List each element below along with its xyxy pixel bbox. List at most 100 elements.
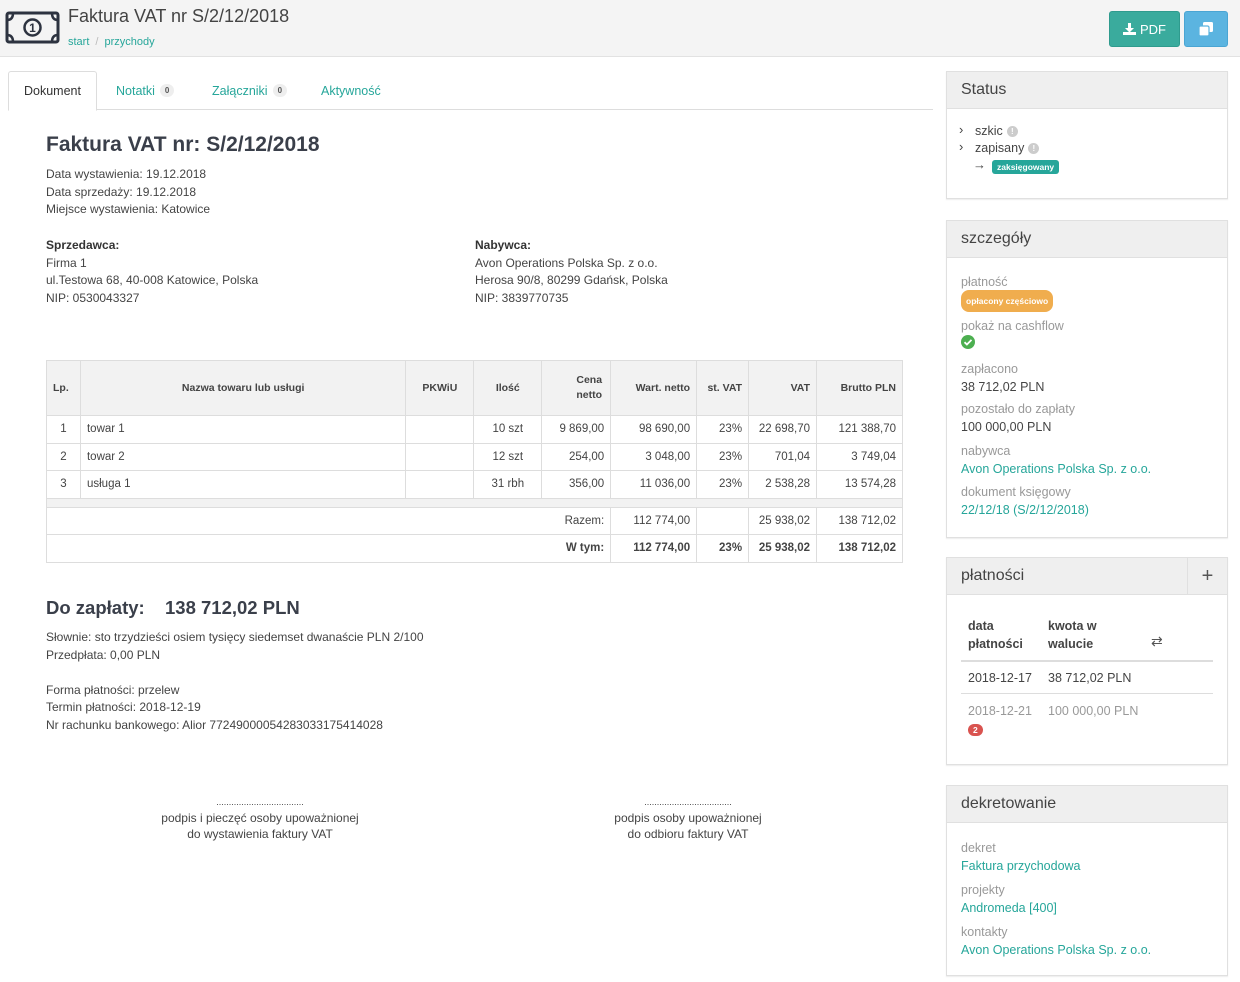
add-payment-button[interactable]: + — [1187, 558, 1227, 595]
status-step-zaksiegowany: zaksięgowany — [992, 160, 1060, 174]
chevron-right-icon: › — [959, 122, 964, 137]
payment-status-badge: opłacony częściowo — [961, 290, 1054, 312]
prepayment: Przedpłata: 0,00 PLN — [46, 648, 161, 662]
payment-term: Termin płatności: 2018-12-19 — [46, 700, 201, 714]
download-icon — [1123, 23, 1136, 35]
arrow-right-icon: → — [973, 157, 986, 172]
payments-col-date: data płatności — [968, 619, 1023, 651]
buyer-link[interactable]: Avon Operations Polska Sp. z o.o. — [961, 460, 1227, 478]
payments-panel: płatności + data płatności kwota w walucie… — [946, 557, 1228, 765]
table-spacer — [46, 497, 903, 508]
copy-icon — [1199, 22, 1213, 36]
status-step-zapisany[interactable]: zapisany! — [975, 141, 1040, 155]
col-net: Wart. netto — [610, 360, 698, 416]
col-qty: Ilość — [473, 360, 543, 416]
table-row: 2 towar 2 12 szt 254,00 3 048,00 23% 701… — [46, 442, 903, 471]
paid-label: zapłacono — [961, 362, 1018, 376]
invoice-title: Faktura VAT nr: S/2/12/2018 — [46, 133, 320, 156]
col-name: Nazwa towaru lub usługi — [79, 360, 407, 416]
projects-link[interactable]: Andromeda [400] — [961, 899, 1227, 917]
bank-account: Nr rachunku bankowego: Alior 77249000054… — [46, 718, 383, 732]
decree-label: dekret — [961, 841, 996, 855]
info-icon: ! — [1006, 125, 1018, 137]
banknote-icon: 1 — [5, 11, 60, 44]
status-step-szkic[interactable]: szkic! — [975, 124, 1018, 138]
total-row: Razem: 112 774,00 25 938,02 138 712,02 — [45, 506, 903, 535]
count-badge: 0 — [159, 84, 175, 97]
signature-receiver: ................................... podp… — [614, 797, 762, 841]
issue-date: Data wystawienia: 19.12.2018 — [46, 167, 207, 181]
breadcrumb-przychody[interactable]: przychody — [104, 36, 154, 48]
issue-place: Miejsce wystawienia: Katowice — [46, 202, 211, 216]
tab-notatki[interactable]: Notatki 0 — [116, 71, 175, 110]
remaining-label: pozostało do zapłaty — [961, 402, 1075, 416]
of-which-row: W tym: 112 774,00 23% 25 938,02 138 712,… — [45, 534, 903, 563]
payment-form: Forma płatności: przelew — [46, 683, 180, 697]
remaining-value: 100 000,00 PLN — [961, 420, 1052, 434]
to-pay-label: Do zapłaty: — [46, 597, 145, 618]
tab-bar: Dokument Notatki 0 Załączniki 0 Aktywność — [8, 71, 933, 111]
page-title: Faktura VAT nr S/2/12/2018 — [68, 6, 290, 26]
chevron-right-icon: › — [959, 139, 964, 154]
payments-panel-title: płatności — [961, 567, 1025, 584]
paid-value: 38 712,02 PLN — [961, 380, 1045, 394]
buyer-nip: NIP: 3839770735 — [475, 290, 569, 305]
table-row: 1 towar 1 10 szt 9 869,00 98 690,00 23% … — [46, 415, 903, 444]
svg-text:1: 1 — [29, 21, 36, 35]
col-gross: Brutto PLN — [816, 360, 903, 416]
contacts-label: kontakty — [961, 925, 1008, 939]
table-header-row: Lp. Nazwa towaru lub usługi PKWiU Ilość … — [46, 360, 903, 416]
payments-row-divider — [961, 693, 1213, 694]
seller-address: ul.Testowa 68, 40-008 Katowice, Polska — [46, 273, 259, 287]
copy-button[interactable] — [1184, 11, 1228, 47]
col-pkwiu: PKWiU — [405, 360, 475, 416]
table-row: 3 usługa 1 31 rbh 356,00 11 036,00 23% 2… — [46, 470, 903, 499]
seller-block: Sprzedawca: Firma 1 ul.Testowa 68, 40-00… — [46, 237, 258, 307]
swap-currency-icon[interactable]: ⇄ — [1151, 633, 1163, 650]
check-circle-icon — [961, 335, 1227, 354]
sale-date: Data sprzedaży: 19.12.2018 — [46, 185, 197, 199]
booking-panel-title: dekretowanie — [947, 786, 1227, 823]
buyer-address: Herosa 90/8, 80299 Gdańsk, Polska — [475, 273, 668, 287]
signature-issuer: ................................... podp… — [161, 797, 359, 841]
accounting-doc-label: dokument księgowy — [961, 485, 1071, 499]
top-bar: 1 Faktura VAT nr S/2/12/2018 start / przyc… — [0, 0, 1240, 57]
seller-label: Sprzedawca: — [46, 238, 120, 252]
pdf-download-button[interactable]: PDF — [1109, 11, 1180, 47]
breadcrumb: start / przychody — [68, 36, 155, 48]
buyer-block: Nabywca: Avon Operations Polska Sp. z o.… — [475, 237, 668, 307]
payment-row-date: 2018-12-21 — [968, 704, 1032, 718]
status-panel: Status › szkic! › zapisany! → zaksięgowa… — [946, 71, 1228, 199]
accounting-doc-link[interactable]: 22/12/18 (S/2/12/2018) — [961, 501, 1227, 519]
tab-aktywnosc[interactable]: Aktywność — [321, 71, 381, 110]
buyer-name: Avon Operations Polska Sp. z o.o. — [475, 255, 658, 270]
breadcrumb-start[interactable]: start — [68, 36, 89, 48]
payments-col-amount: kwota w walucie — [1048, 619, 1097, 651]
seller-nip: NIP: 0530043327 — [46, 290, 140, 305]
payments-header-divider — [961, 660, 1213, 662]
col-vat: VAT — [748, 360, 818, 416]
payments-panel-header: płatności + — [947, 558, 1227, 595]
tab-zalaczniki[interactable]: Załączniki 0 — [212, 71, 288, 110]
pdf-label: PDF — [1140, 21, 1166, 37]
to-pay-amount: 138 712,02 PLN — [165, 597, 300, 618]
col-price: Cena netto — [541, 360, 612, 416]
payment-count-badge: 2 — [968, 724, 983, 736]
col-vat-rate: st. VAT — [696, 360, 750, 416]
items-table: Lp. Nazwa towaru lub usługi PKWiU Ilość … — [45, 360, 903, 563]
details-panel-title: szczegóły — [947, 221, 1227, 258]
tab-dokument[interactable]: Dokument — [8, 71, 97, 111]
details-panel: szczegóły płatność opłacony częściowo po… — [946, 220, 1228, 538]
amount-in-words: Słownie: sto trzydzieści osiem tysięcy s… — [46, 630, 424, 644]
payment-row-amount: 38 712,02 PLN — [1048, 671, 1132, 685]
payment-status-label: płatność — [961, 275, 1008, 289]
col-lp: Lp. — [46, 360, 81, 416]
booking-panel: dekretowanie dekret Faktura przychodowa … — [946, 785, 1228, 976]
status-panel-title: Status — [947, 72, 1227, 109]
projects-label: projekty — [961, 883, 1005, 897]
payment-row-date: 2018-12-17 — [968, 671, 1032, 685]
contacts-link[interactable]: Avon Operations Polska Sp. z o.o. — [961, 941, 1227, 959]
decree-link[interactable]: Faktura przychodowa — [961, 857, 1227, 875]
payment-row-amount: 100 000,00 PLN — [1048, 704, 1139, 718]
info-icon: ! — [1028, 142, 1040, 154]
